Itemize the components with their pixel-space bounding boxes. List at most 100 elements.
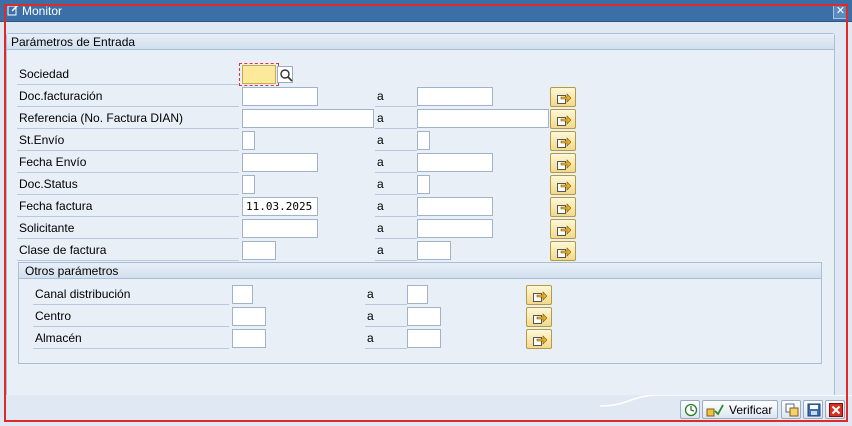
- field-row-almacen: Almacén a: [33, 329, 813, 349]
- other-parameters-group: Otros parámetros Canal distribución a Ce…: [18, 262, 822, 364]
- multiple-selection-button[interactable]: [550, 175, 576, 195]
- referencia-low-input[interactable]: [242, 109, 374, 128]
- field-row-referencia: Referencia (No. Factura DIAN) a: [17, 109, 817, 129]
- dialog-content: Parámetros de Entrada Sociedad Doc.factu…: [6, 23, 846, 398]
- edit-icon: [7, 4, 19, 16]
- fecha-envio-low-input[interactable]: [242, 153, 318, 172]
- multiple-selection-button[interactable]: [526, 329, 552, 349]
- to-label: a: [365, 286, 407, 305]
- fecha-envio-high-input[interactable]: [417, 153, 493, 172]
- cancel-button[interactable]: [825, 400, 845, 419]
- multiple-selection-button[interactable]: [550, 241, 576, 261]
- copy-button[interactable]: [781, 400, 801, 419]
- to-label: a: [375, 242, 417, 261]
- fecha-factura-low-input[interactable]: 11.03.2025: [242, 197, 318, 216]
- save-button[interactable]: [803, 400, 823, 419]
- field-row-fecha-envio: Fecha Envío a: [17, 153, 817, 173]
- doc-status-low-input[interactable]: [242, 175, 255, 194]
- clase-factura-low-input[interactable]: [242, 241, 276, 260]
- referencia-high-input[interactable]: [417, 109, 549, 128]
- field-label-canal-distribucion: Canal distribución: [33, 286, 229, 305]
- doc-facturacion-low-input[interactable]: [242, 87, 318, 106]
- search-help-button[interactable]: [277, 66, 293, 83]
- solicitante-low-input[interactable]: [242, 219, 318, 238]
- solicitante-high-input[interactable]: [417, 219, 493, 238]
- field-row-centro: Centro a: [33, 307, 813, 327]
- footer-toolbar: Verificar: [0, 395, 852, 426]
- field-row-canal-distribucion: Canal distribución a: [33, 285, 813, 305]
- doc-facturacion-high-input[interactable]: [417, 87, 493, 106]
- multiple-selection-button[interactable]: [550, 87, 576, 107]
- multiple-selection-button[interactable]: [550, 153, 576, 173]
- multiple-selection-button[interactable]: [550, 219, 576, 239]
- field-label-clase-factura: Clase de factura: [17, 242, 239, 261]
- field-label-st-envio: St.Envío: [17, 132, 239, 151]
- cancel-icon: [829, 403, 843, 417]
- search-icon: [280, 69, 293, 82]
- focus-marker: [239, 63, 279, 86]
- multiple-selection-icon: [557, 115, 571, 126]
- multiple-selection-icon: [557, 93, 571, 104]
- verify-label: Verificar: [729, 403, 773, 417]
- field-label-almacen: Almacén: [33, 330, 229, 349]
- to-label: a: [375, 132, 417, 151]
- input-parameters-group: Parámetros de Entrada Sociedad Doc.factu…: [6, 33, 835, 398]
- field-label-centro: Centro: [33, 308, 229, 327]
- st-envio-high-input[interactable]: [417, 131, 430, 150]
- multiple-selection-button[interactable]: [550, 197, 576, 217]
- field-label-doc-status: Doc.Status: [17, 176, 239, 195]
- copy-icon: [785, 403, 799, 417]
- field-row-solicitante: Solicitante a: [17, 219, 817, 239]
- multiple-selection-icon: [557, 225, 571, 236]
- save-icon: [807, 403, 821, 417]
- field-label-fecha-factura: Fecha factura: [17, 198, 239, 217]
- to-label: a: [375, 154, 417, 173]
- multiple-selection-button[interactable]: [550, 131, 576, 151]
- multiple-selection-icon: [533, 313, 547, 324]
- field-row-doc-facturacion: Doc.facturación a: [17, 87, 817, 107]
- execute-button[interactable]: [680, 400, 700, 419]
- almacen-low-input[interactable]: [232, 329, 266, 348]
- field-row-clase-factura: Clase de factura a: [17, 241, 817, 261]
- input-parameters-title: Parámetros de Entrada: [7, 34, 834, 50]
- field-label-solicitante: Solicitante: [17, 220, 239, 239]
- to-label: a: [365, 308, 407, 327]
- canal-distribucion-high-input[interactable]: [407, 285, 428, 304]
- multiple-selection-button[interactable]: [550, 109, 576, 129]
- doc-status-high-input[interactable]: [417, 175, 430, 194]
- multiple-selection-icon: [557, 137, 571, 148]
- multiple-selection-icon: [557, 203, 571, 214]
- to-label: a: [375, 198, 417, 217]
- multiple-selection-icon: [533, 335, 547, 346]
- field-row-fecha-factura: Fecha factura 11.03.2025 a: [17, 197, 817, 217]
- field-label-fecha-envio: Fecha Envío: [17, 154, 239, 173]
- window-title: Monitor: [22, 4, 63, 18]
- multiple-selection-icon: [557, 181, 571, 192]
- other-parameters-title: Otros parámetros: [19, 263, 821, 279]
- to-label: a: [365, 330, 407, 349]
- field-label-referencia: Referencia (No. Factura DIAN): [17, 110, 239, 129]
- execute-clock-icon: [684, 403, 698, 417]
- verify-icon: [706, 404, 724, 417]
- centro-low-input[interactable]: [232, 307, 266, 326]
- almacen-high-input[interactable]: [407, 329, 441, 348]
- multiple-selection-icon: [533, 291, 547, 302]
- to-label: a: [375, 176, 417, 195]
- centro-high-input[interactable]: [407, 307, 441, 326]
- field-label-sociedad: Sociedad: [17, 66, 239, 85]
- multiple-selection-icon: [557, 159, 571, 170]
- close-icon: ✕: [835, 5, 846, 17]
- field-row-st-envio: St.Envío a: [17, 131, 817, 151]
- to-label: a: [375, 88, 417, 107]
- verify-button[interactable]: Verificar: [702, 400, 778, 419]
- multiple-selection-button[interactable]: [526, 285, 552, 305]
- multiple-selection-button[interactable]: [526, 307, 552, 327]
- st-envio-low-input[interactable]: [242, 131, 255, 150]
- close-window-button[interactable]: ✕: [833, 4, 848, 19]
- multiple-selection-icon: [557, 247, 571, 258]
- canal-distribucion-low-input[interactable]: [232, 285, 253, 304]
- to-label: a: [375, 110, 417, 129]
- fecha-factura-high-input[interactable]: [417, 197, 493, 216]
- field-label-doc-facturacion: Doc.facturación: [17, 88, 239, 107]
- clase-factura-high-input[interactable]: [417, 241, 451, 260]
